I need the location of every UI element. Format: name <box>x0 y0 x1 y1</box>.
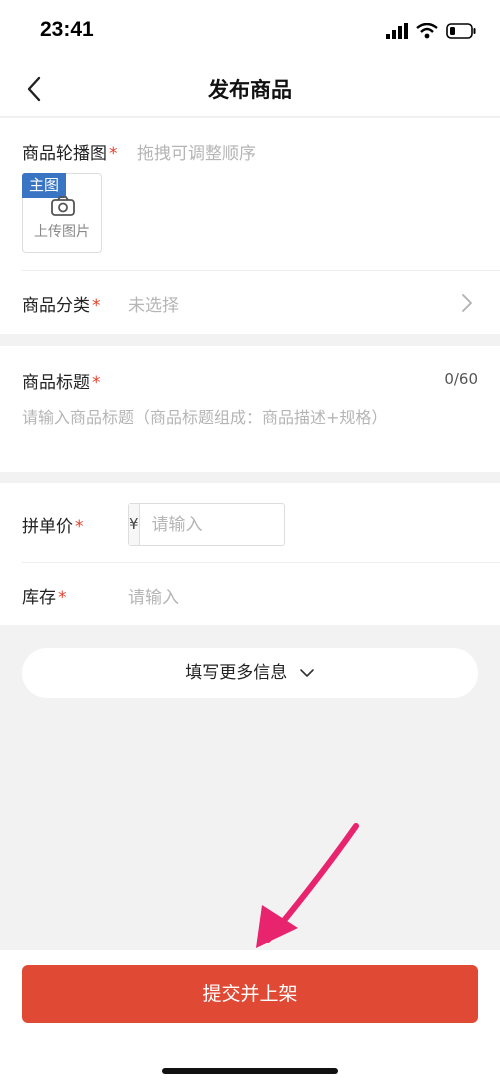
category-row[interactable]: 商品分类 * 未选择 <box>0 271 500 334</box>
title-label-text: 商品标题 <box>22 373 90 393</box>
currency-symbol: ¥ <box>129 504 140 545</box>
status-time: 23:41 <box>40 18 94 41</box>
images-category-card: 商品轮播图 * 拖拽可调整顺序 主图 上传图片 商品分类 * 未选择 <box>0 118 500 334</box>
required-mark: * <box>58 588 67 608</box>
title-counter: 0/60 <box>444 370 478 388</box>
required-mark: * <box>75 517 84 537</box>
chevron-down-icon <box>299 669 314 677</box>
wifi-icon <box>416 23 438 39</box>
upload-image-button[interactable]: 主图 上传图片 <box>22 173 102 253</box>
bottom-bar: 提交并上架 <box>0 950 500 1083</box>
images-hint: 拖拽可调整顺序 <box>137 144 256 164</box>
stock-input[interactable]: 请输入 <box>128 583 179 608</box>
submit-button[interactable]: 提交并上架 <box>22 965 478 1023</box>
upload-label: 上传图片 <box>34 224 90 240</box>
battery-icon <box>446 23 476 39</box>
images-label: 商品轮播图 * <box>22 139 118 164</box>
title-label: 商品标题 * <box>22 368 101 393</box>
chevron-right-icon <box>462 294 472 312</box>
camera-icon <box>51 196 75 216</box>
page-title: 发布商品 <box>208 78 292 102</box>
status-icons <box>386 20 476 42</box>
divider <box>22 562 500 563</box>
signal-icon <box>386 23 408 39</box>
category-label-text: 商品分类 <box>22 296 90 316</box>
price-label-text: 拼单价 <box>22 517 73 537</box>
images-label-text: 商品轮播图 <box>22 144 107 164</box>
more-info-label: 填写更多信息 <box>185 663 288 683</box>
category-value: 未选择 <box>128 296 179 316</box>
stock-label: 库存 * <box>22 583 67 608</box>
required-mark: * <box>92 373 101 393</box>
price-label: 拼单价 * <box>22 512 84 537</box>
nav-bar: 发布商品 <box>0 62 500 117</box>
home-indicator <box>162 1068 338 1074</box>
required-mark: * <box>109 144 118 164</box>
price-stock-card: 拼单价* ¥ 库存* 请输入 <box>0 483 500 625</box>
title-input[interactable]: 请输入商品标题（商品标题组成：商品描述+规格） <box>22 404 387 428</box>
price-input[interactable] <box>139 504 371 545</box>
status-bar: 23:41 <box>0 0 500 62</box>
required-mark: * <box>92 296 101 316</box>
category-label: 商品分类 * <box>22 291 101 316</box>
title-card: 商品标题 * 0/60 请输入商品标题（商品标题组成：商品描述+规格） <box>0 346 500 472</box>
more-info-button[interactable]: 填写更多信息 <box>22 648 478 698</box>
price-field: ¥ <box>128 503 371 546</box>
stock-label-text: 库存 <box>22 588 56 608</box>
